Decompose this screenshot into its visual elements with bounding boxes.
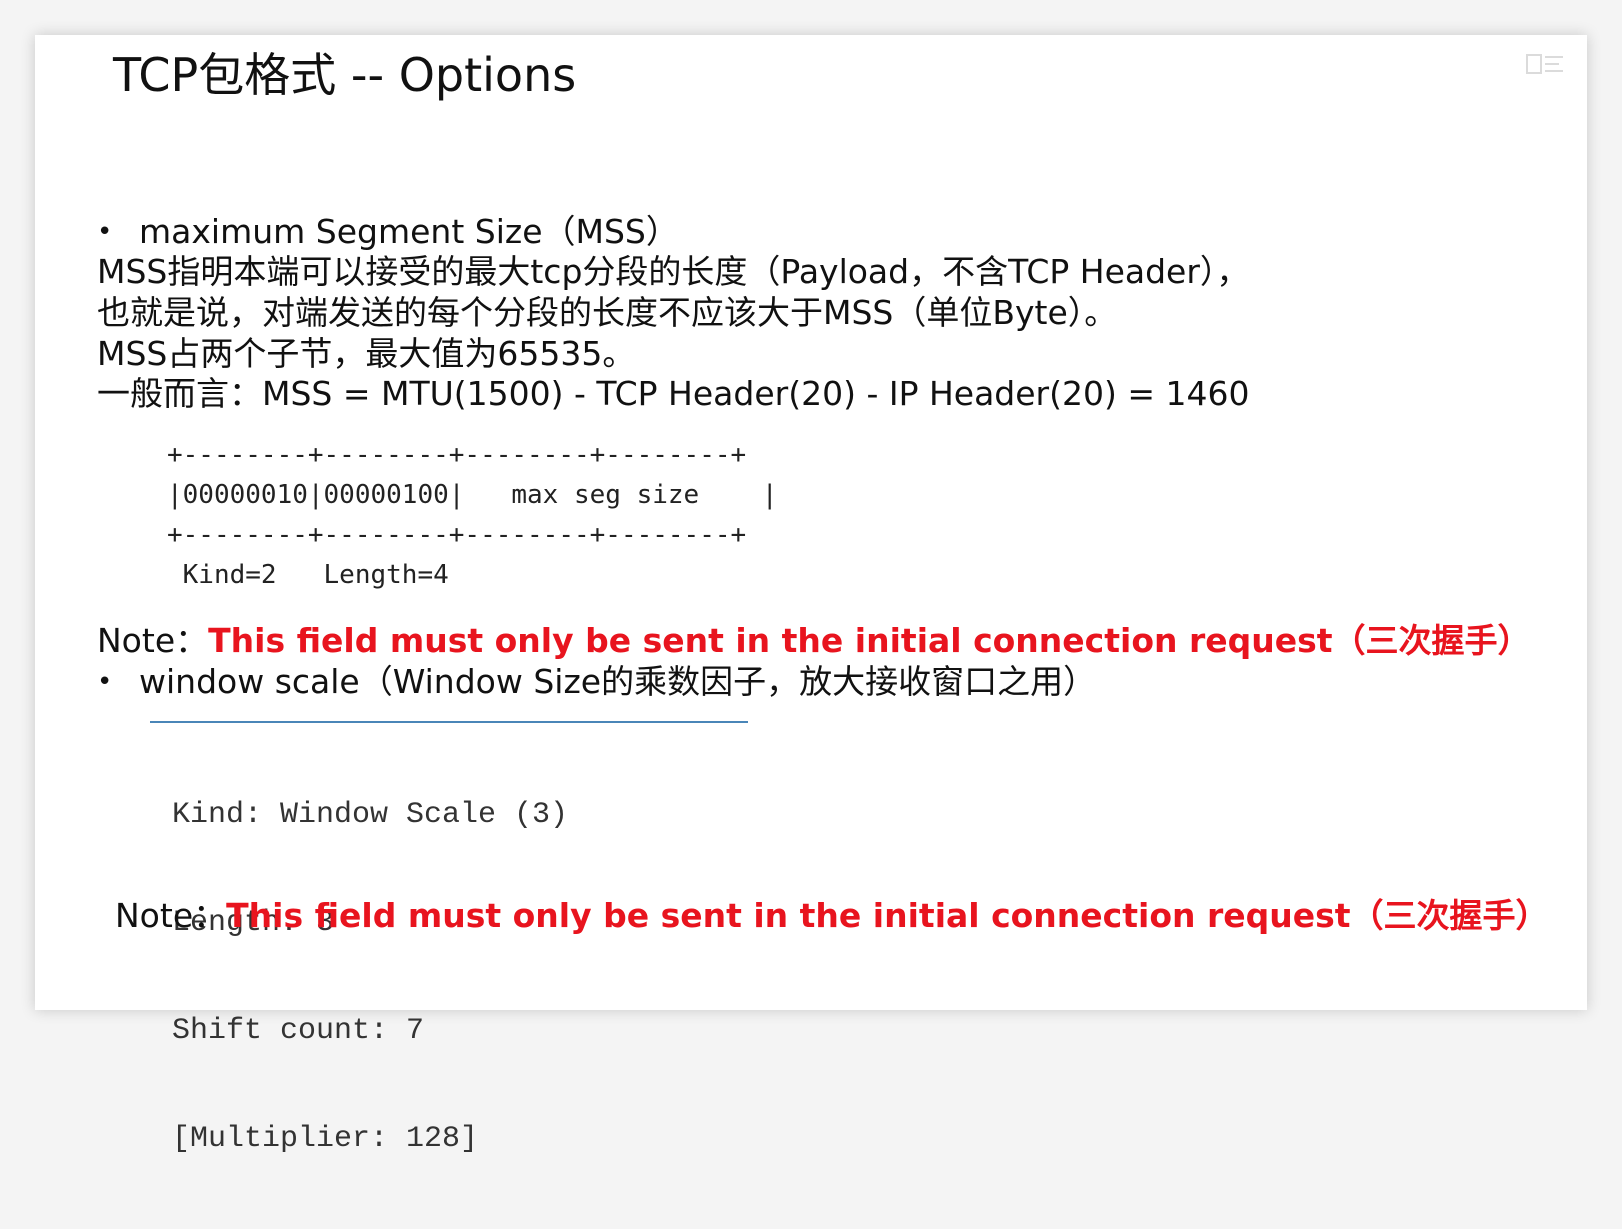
mss-line-1: MSS指明本端可以接受的最大tcp分段的长度（Payload，不含TCP Hea…: [97, 252, 1250, 291]
mss-line-2: 也就是说，对端发送的每个分段的长度不应该大于MSS（单位Byte）。: [97, 293, 1118, 332]
mss-line-3: MSS占两个子节，最大值为65535。: [97, 334, 636, 373]
ws-field-shift: Shift count: 7: [172, 1014, 425, 1048]
bullet-icon: •: [97, 667, 113, 697]
ws-divider: [150, 721, 748, 723]
mss-note-text: This field must only be sent in the init…: [208, 621, 1531, 660]
watermark-icon: [1526, 54, 1563, 74]
mss-note-prefix: Note：: [97, 621, 209, 660]
diagram-fields-row: |00000010|00000100| max seg size |: [167, 480, 778, 510]
mss-note: Note：This field must only be sent in the…: [97, 620, 1531, 662]
ws-heading: window scale（Window Size的乘数因子，放大接收窗口之用）: [139, 662, 1097, 701]
slide-title: TCP包格式 -- Options: [113, 48, 577, 102]
diagram-border-bottom: +--------+--------+--------+--------+: [167, 520, 747, 550]
slide: TCP包格式 -- Options • maximum Segment Size…: [35, 35, 1587, 1156]
diagram-border-top: +--------+--------+--------+--------+: [167, 440, 747, 470]
ws-fields: Kind: Window Scale (3) Length: 3 Shift c…: [172, 725, 568, 1229]
mss-line-4: 一般而言：MSS = MTU(1500) - TCP Header(20) - …: [97, 374, 1250, 413]
ws-note: Note：This field must only be sent in the…: [115, 895, 1549, 937]
mss-heading: maximum Segment Size（MSS）: [139, 212, 679, 251]
mss-option-diagram: +--------+--------+--------+--------+ |0…: [167, 435, 887, 615]
ws-field-multiplier: [Multiplier: 128]: [172, 1122, 479, 1156]
ws-note-text: This field must only be sent in the init…: [226, 896, 1549, 935]
ws-note-prefix: Note：: [115, 896, 227, 935]
bullet-icon: •: [97, 217, 113, 247]
ws-field-kind: Kind: Window Scale (3): [172, 798, 569, 832]
diagram-labels: Kind=2 Length=4: [167, 560, 449, 590]
